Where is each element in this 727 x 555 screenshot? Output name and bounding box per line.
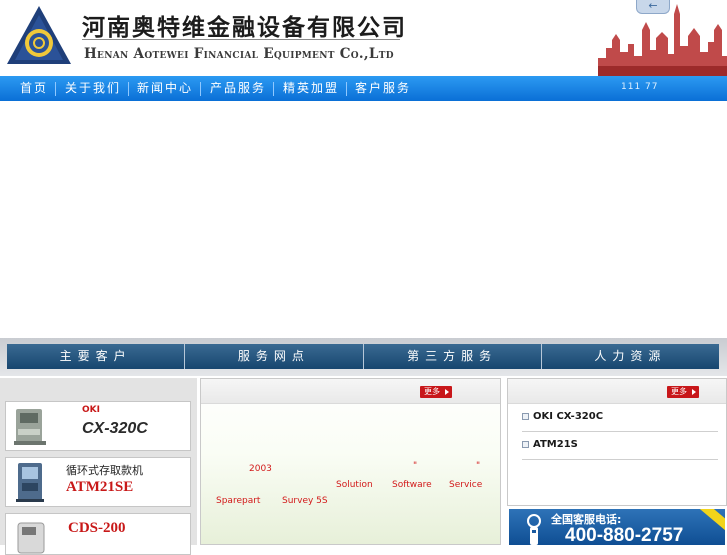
intro-text: Software bbox=[392, 480, 432, 490]
product-brand: OKI bbox=[82, 405, 100, 415]
product-name: CX-320C bbox=[82, 420, 148, 437]
section-tab-third-party[interactable]: 第三方服务 bbox=[364, 344, 542, 369]
back-arrow-icon[interactable]: ← bbox=[636, 0, 670, 14]
nav-item-products[interactable]: 产品服务 bbox=[210, 76, 266, 101]
bullet-icon bbox=[522, 440, 529, 448]
intro-text: Solution bbox=[336, 480, 373, 490]
section-tab-clients[interactable]: 主要客户 bbox=[7, 344, 186, 369]
nav-separator bbox=[200, 82, 201, 96]
section-tab-service-points[interactable]: 服务网点 bbox=[185, 344, 364, 369]
section-tabs: 主要客户 服务网点 第三方服务 人力资源 bbox=[7, 344, 719, 369]
product-card-atm21se[interactable]: 循环式存取款机 ATM21SE bbox=[5, 457, 191, 507]
nav-code-text: 111 77 bbox=[621, 82, 659, 92]
intro-text: Sparepart bbox=[216, 496, 261, 506]
sorter-machine-icon bbox=[17, 522, 45, 554]
corner-ribbon bbox=[698, 509, 725, 534]
nav-item-news[interactable]: 新闻中心 bbox=[137, 76, 193, 101]
bullet-icon bbox=[522, 412, 529, 420]
nav-item-service[interactable]: 客户服务 bbox=[355, 76, 411, 101]
nav-item-home[interactable]: 首页 bbox=[20, 76, 48, 101]
nav-item-about[interactable]: 关于我们 bbox=[65, 76, 121, 101]
company-intro-panel: 更多 2003 " " Solution Software Service Sp… bbox=[200, 378, 501, 545]
intro-text: " bbox=[413, 461, 418, 471]
cash-machine-icon bbox=[14, 409, 46, 445]
nav-separator bbox=[55, 82, 56, 96]
product-card-cds200[interactable]: CDS-200 bbox=[5, 513, 191, 555]
phone-icon bbox=[527, 514, 541, 545]
nav-separator bbox=[128, 82, 129, 96]
nav-separator bbox=[273, 82, 274, 96]
company-name-en: Henan Aotewei Financial Equipment Co.,Lt… bbox=[84, 46, 394, 62]
hotline-banner[interactable]: 全国客服电话: 400-880-2757 bbox=[509, 509, 725, 545]
nav-item-join[interactable]: 精英加盟 bbox=[283, 76, 339, 101]
intro-text: " bbox=[476, 461, 481, 471]
product-name: CDS-200 bbox=[68, 520, 126, 536]
news-panel: 更多 OKI CX-320C ATM21S bbox=[507, 378, 727, 506]
more-button[interactable]: 更多 bbox=[667, 386, 699, 398]
atm-machine-icon bbox=[16, 463, 44, 502]
product-name-cn: 循环式存取款机 bbox=[66, 464, 143, 477]
site-header: 河南奥特维金融设备有限公司 Henan Aotewei Financial Eq… bbox=[0, 0, 727, 76]
intro-text: 2003 bbox=[249, 464, 272, 474]
hotline-number: 400-880-2757 bbox=[565, 525, 684, 545]
panel-header: 更多 bbox=[508, 379, 726, 404]
news-item-label: OKI CX-320C bbox=[533, 411, 604, 422]
company-name-cn: 河南奥特维金融设备有限公司 bbox=[82, 14, 407, 41]
nav-separator bbox=[346, 82, 347, 96]
product-name: ATM21SE bbox=[66, 479, 134, 495]
section-tab-hr[interactable]: 人力资源 bbox=[542, 344, 719, 369]
news-item[interactable]: OKI CX-320C bbox=[522, 404, 718, 432]
news-item[interactable]: ATM21S bbox=[522, 432, 718, 460]
more-button[interactable]: 更多 bbox=[420, 386, 452, 398]
header-divider bbox=[82, 39, 400, 40]
main-nav: 首页 关于我们 新闻中心 产品服务 精英加盟 客户服务 111 77 bbox=[0, 76, 727, 101]
intro-text: Survey 5S bbox=[282, 496, 328, 506]
news-item-label: ATM21S bbox=[533, 439, 578, 450]
product-column: OKI CX-320C 循环式存取款机 ATM21SE CDS-200 bbox=[0, 378, 197, 555]
section-bar: 主要客户 服务网点 第三方服务 人力资源 bbox=[0, 338, 727, 376]
intro-text: Service bbox=[449, 480, 483, 490]
company-logo-icon[interactable] bbox=[6, 5, 72, 65]
product-card-cx320c[interactable]: OKI CX-320C bbox=[5, 401, 191, 451]
panel-header: 更多 bbox=[201, 379, 500, 404]
banner-area bbox=[0, 101, 727, 338]
